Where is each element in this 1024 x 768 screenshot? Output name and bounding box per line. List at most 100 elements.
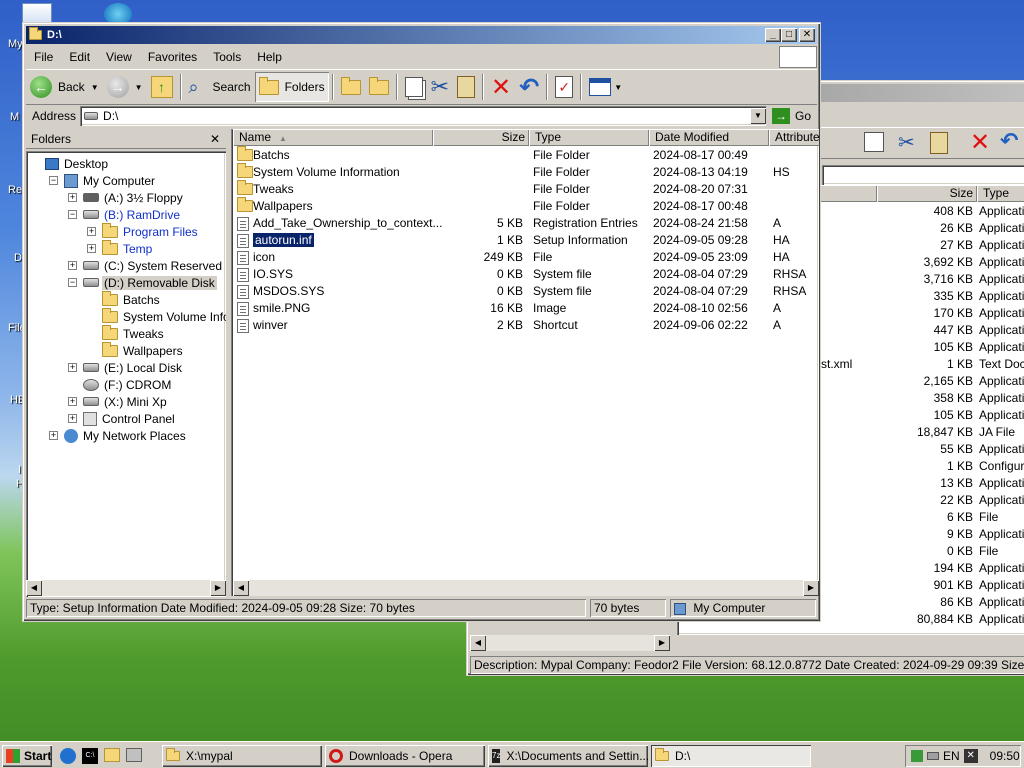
cut-icon[interactable]: ✂ xyxy=(898,130,915,155)
expand-icon[interactable]: + xyxy=(87,244,96,253)
file-list-view[interactable]: Name▲ Size Type Date Modified Attributes… xyxy=(231,129,819,596)
language-indicator[interactable]: EN xyxy=(943,749,960,763)
cmd-icon[interactable]: C:\ xyxy=(82,748,98,764)
tree-item[interactable]: (F:) CDROM xyxy=(68,376,173,393)
file-row[interactable]: winver 2 KB Shortcut 2024-09-06 02:22 A xyxy=(233,317,819,334)
tray-x-icon[interactable]: ✕ xyxy=(963,749,978,763)
dropdown-arrow-icon[interactable]: ▼ xyxy=(135,83,143,92)
expand-icon[interactable]: + xyxy=(68,193,77,202)
delete-icon[interactable]: ✕ xyxy=(970,128,990,157)
file-row[interactable]: autorun.inf 1 KB Setup Information 2024-09-… xyxy=(233,232,819,249)
delete-button[interactable]: ✕ xyxy=(487,72,515,102)
tree-item[interactable]: + (E:) Local Disk xyxy=(68,359,184,376)
bg-col-type[interactable]: Type xyxy=(977,185,1024,202)
tree-item[interactable]: + My Network Places xyxy=(49,427,188,444)
tree-item[interactable]: − (D:) Removable Disk xyxy=(68,274,217,291)
drive-tray-icon[interactable] xyxy=(927,752,939,760)
column-header-type[interactable]: Type xyxy=(529,129,649,146)
up-folder-button[interactable]: ↑ xyxy=(147,72,177,102)
file-row[interactable]: Batchs File Folder 2024-08-17 00:49 xyxy=(233,146,819,164)
search-button[interactable]: ⌕ Search xyxy=(185,72,255,102)
copy-to-button[interactable] xyxy=(365,72,393,102)
maximize-button[interactable]: □ xyxy=(781,28,797,42)
explorer-window[interactable]: D:\ _ □ ✕ File Edit View Favorites Tools… xyxy=(22,22,821,622)
scroll-right-arrow-icon[interactable]: ▶ xyxy=(654,635,670,651)
file-row[interactable]: smile.PNG 16 KB Image 2024-08-10 02:56 A xyxy=(233,300,819,317)
collapse-icon[interactable]: − xyxy=(68,210,77,219)
tree-item[interactable]: + Temp xyxy=(87,239,154,257)
scroll-left-arrow-icon[interactable]: ◀ xyxy=(233,580,249,596)
tree-item[interactable]: − My Computer xyxy=(49,172,157,189)
forward-button[interactable]: → ▼ xyxy=(103,72,147,102)
file-row[interactable]: Wallpapers File Folder 2024-08-17 00:48 xyxy=(233,197,819,215)
dropdown-arrow-icon[interactable]: ▼ xyxy=(91,83,99,92)
file-row[interactable]: Tweaks File Folder 2024-08-20 07:31 xyxy=(233,180,819,198)
network-icon[interactable] xyxy=(911,750,923,762)
expand-icon[interactable]: + xyxy=(68,363,77,372)
tree-item[interactable]: Tweaks xyxy=(87,324,166,342)
tree-hscroll[interactable]: ◀ ▶ xyxy=(26,580,226,596)
expand-icon[interactable]: + xyxy=(68,397,77,406)
tree-item[interactable]: + (X:) Mini Xp xyxy=(68,393,169,410)
file-row[interactable]: System Volume Information File Folder 2024… xyxy=(233,163,819,181)
menu-file[interactable]: File xyxy=(26,50,61,64)
tree-item[interactable]: Batchs xyxy=(87,290,162,308)
menu-help[interactable]: Help xyxy=(249,50,290,64)
move-to-button[interactable] xyxy=(337,72,365,102)
folders-button[interactable]: Folders xyxy=(254,72,329,102)
tree-item[interactable]: Wallpapers xyxy=(87,341,185,359)
file-row[interactable]: MSDOS.SYS 0 KB System file 2024-08-04 07:29… xyxy=(233,283,819,300)
menu-favorites[interactable]: Favorites xyxy=(140,50,205,64)
tree-item[interactable]: + (A:) 3½ Floppy xyxy=(68,189,185,206)
copy-button[interactable] xyxy=(401,72,427,102)
column-header-size[interactable]: Size xyxy=(433,129,529,146)
scroll-left-arrow-icon[interactable]: ◀ xyxy=(470,635,486,651)
expand-icon[interactable]: + xyxy=(68,261,77,270)
task-7zip[interactable]: 7z X:\Documents and Settin... xyxy=(488,745,648,767)
bg-left-hscroll[interactable]: ◀ ▶ xyxy=(470,635,670,651)
task-d-drive[interactable]: D:\ xyxy=(651,745,811,767)
start-button[interactable]: Start xyxy=(2,745,52,767)
menu-tools[interactable]: Tools xyxy=(205,50,249,64)
bg-col-size[interactable]: Size xyxy=(877,185,977,202)
close-button[interactable]: ✕ xyxy=(799,28,815,42)
properties-button[interactable]: ✓ xyxy=(551,72,577,102)
scroll-left-arrow-icon[interactable]: ◀ xyxy=(26,580,42,596)
explorer-icon[interactable] xyxy=(104,748,120,762)
ie-icon[interactable] xyxy=(60,748,76,764)
close-pane-icon[interactable]: ✕ xyxy=(210,132,220,146)
undo-icon[interactable]: ↶ xyxy=(1000,128,1018,154)
address-field[interactable]: D:\ ▼ xyxy=(80,106,766,126)
menu-view[interactable]: View xyxy=(98,50,140,64)
expand-icon[interactable]: + xyxy=(49,431,58,440)
collapse-icon[interactable]: − xyxy=(68,278,77,287)
tree-item[interactable]: Desktop xyxy=(30,155,110,172)
list-hscroll[interactable]: ◀ ▶ xyxy=(233,580,819,596)
copy-icon[interactable] xyxy=(864,132,884,152)
menu-edit[interactable]: Edit xyxy=(61,50,98,64)
go-button[interactable]: → Go xyxy=(766,106,817,126)
tree-item[interactable]: System Volume Informati xyxy=(87,307,226,325)
address-dropdown-button[interactable]: ▼ xyxy=(749,108,766,124)
folder-tree[interactable]: Desktop − My Computer + (A:) 3½ Floppy − (B:) … xyxy=(26,151,226,597)
undo-button[interactable]: ↶ xyxy=(515,72,543,102)
views-button[interactable]: ▼ xyxy=(585,72,626,102)
collapse-icon[interactable]: − xyxy=(49,176,58,185)
paste-button[interactable] xyxy=(453,72,479,102)
back-button[interactable]: ← Back ▼ xyxy=(26,72,103,102)
file-row[interactable]: Add_Take_Ownership_to_context... 5 KB Regi… xyxy=(233,215,819,232)
scroll-right-arrow-icon[interactable]: ▶ xyxy=(803,580,819,596)
scroll-right-arrow-icon[interactable]: ▶ xyxy=(210,580,226,596)
task-opera[interactable]: Downloads - Opera xyxy=(325,745,485,767)
file-row[interactable]: icon 249 KB File 2024-09-05 23:09 HA xyxy=(233,249,819,266)
cut-button[interactable]: ✂ xyxy=(427,72,453,102)
tree-item[interactable]: + (C:) System Reserved xyxy=(68,257,224,274)
expand-icon[interactable]: + xyxy=(87,227,96,236)
column-header-attributes[interactable]: Attributes xyxy=(769,129,819,146)
column-header-name[interactable]: Name ▲ xyxy=(233,129,433,146)
title-bar[interactable]: D:\ _ □ ✕ xyxy=(26,26,817,44)
minimize-button[interactable]: _ xyxy=(765,28,781,42)
task-mypal[interactable]: X:\mypal xyxy=(162,745,322,767)
tree-item[interactable]: − (B:) RamDrive xyxy=(68,206,182,223)
show-desktop-icon[interactable] xyxy=(126,748,142,762)
